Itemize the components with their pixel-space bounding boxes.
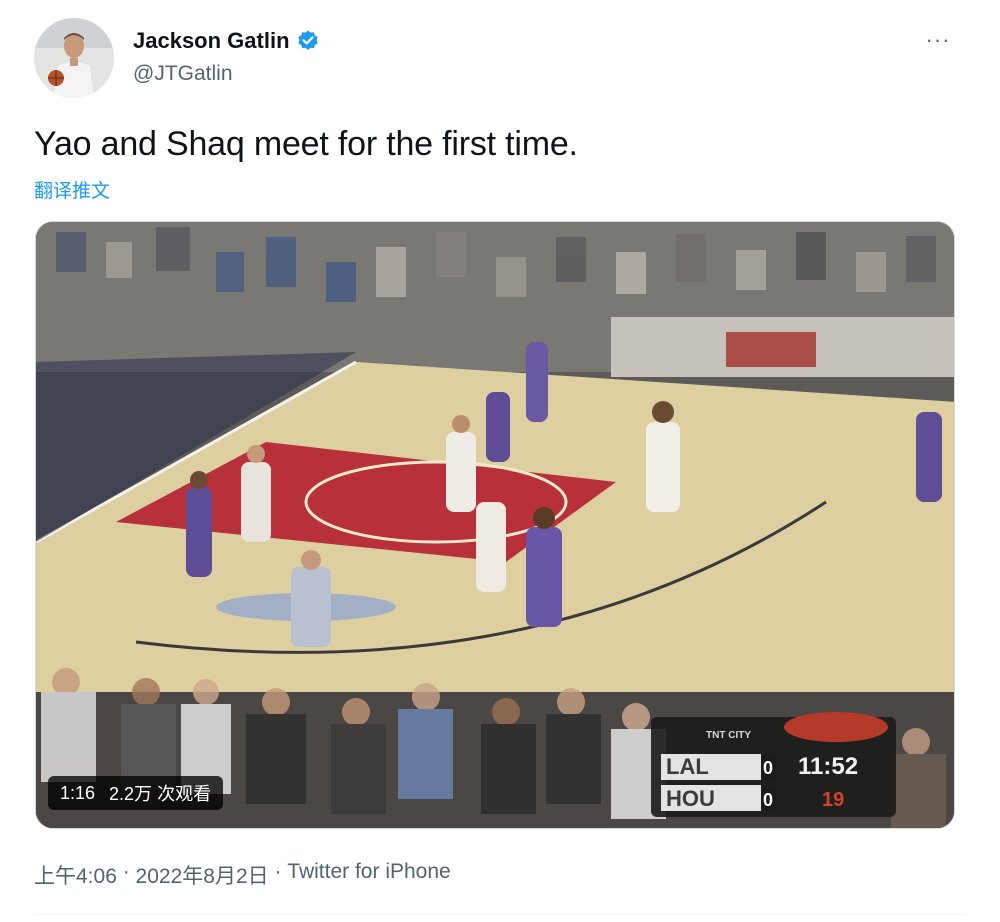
- video-views: 2.2万 次观看: [109, 784, 212, 804]
- video-player[interactable]: TNT CITY LAL 0 HOU 0 11:52 19: [35, 221, 955, 829]
- scoreboard-team2: HOU: [666, 786, 715, 811]
- tweet-date[interactable]: 2022年8月2日: [136, 860, 269, 890]
- translate-tweet-link[interactable]: 翻译推文: [34, 176, 110, 203]
- meta-separator: ·: [116, 860, 136, 883]
- video-duration: 1:16: [60, 782, 96, 803]
- scoreboard-score2: 0: [763, 790, 773, 810]
- tweet-text: Yao and Shaq meet for the first time.: [34, 125, 578, 163]
- scoreboard-network: TNT CITY: [706, 730, 751, 741]
- meta-separator: ·: [268, 860, 288, 883]
- author-name[interactable]: Jackson Gatlin: [133, 28, 320, 54]
- video-info-badge: 1:16 2.2万 次观看: [48, 776, 224, 810]
- tweet-meta: 上午4:06 · 2022年8月2日 · Twitter for iPhone: [34, 860, 451, 890]
- avatar-image: [34, 18, 114, 98]
- scoreboard-team1: LAL: [666, 754, 709, 779]
- more-icon: ···: [925, 27, 951, 52]
- avatar[interactable]: [34, 18, 114, 98]
- verified-badge-icon: [297, 30, 318, 50]
- tweet-time[interactable]: 上午4:06: [34, 860, 117, 890]
- author-name-text: Jackson Gatlin: [133, 28, 290, 53]
- tweet: Jackson Gatlin @JTGatlin ··· Yao and Sha…: [0, 0, 1000, 922]
- scoreboard-score1: 0: [763, 758, 773, 778]
- divider: [34, 914, 966, 915]
- tweet-source[interactable]: Twitter for iPhone: [287, 860, 450, 890]
- video-frame: TNT CITY LAL 0 HOU 0 11:52 19: [36, 222, 954, 828]
- author-handle[interactable]: @JTGatlin: [133, 62, 233, 86]
- scoreboard-clock: 11:52: [798, 753, 858, 780]
- scoreboard-shot-clock: 19: [822, 789, 844, 811]
- more-options-button[interactable]: ···: [918, 24, 958, 56]
